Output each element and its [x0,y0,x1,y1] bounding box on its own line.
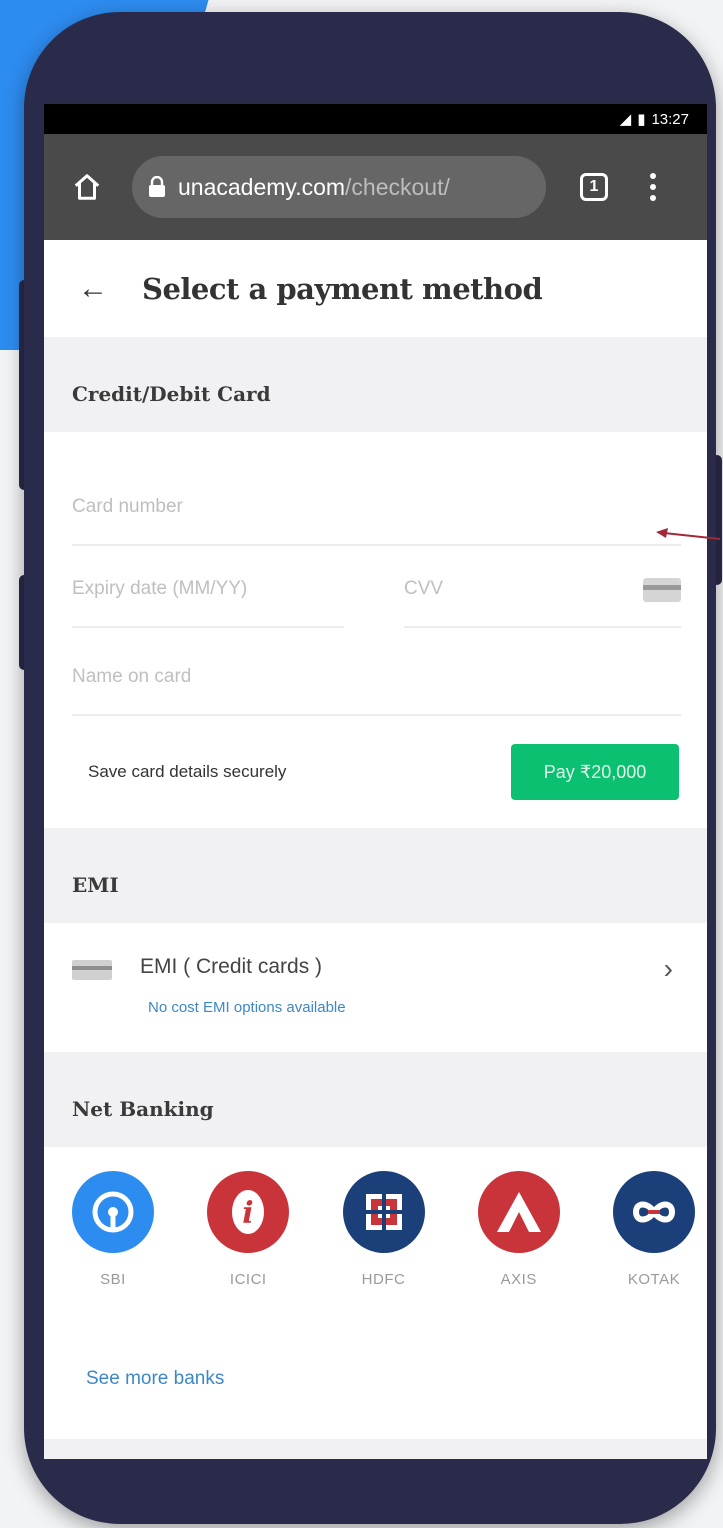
battery-icon: ▮ [637,111,646,128]
status-bar: ◢ ▮ 13:27 [44,104,707,134]
bank-name-hdfc: HDFC [361,1271,406,1288]
expiry-date-field[interactable]: Expiry date (MM/YY) [72,546,344,628]
bank-name-axis: AXIS [500,1271,537,1288]
name-placeholder: Name on card [72,666,192,687]
browser-toolbar: unacademy.com/checkout/ 1 [44,134,707,240]
bank-icici[interactable]: i ICICI [203,1147,293,1319]
emi-option-subtitle: No cost EMI options available [148,999,346,1016]
credit-card-icon [72,960,112,980]
card-icon [643,578,681,602]
url-text: unacademy.com/checkout/ [178,174,450,201]
save-card-label[interactable]: Save card details securely [72,762,286,782]
url-domain: unacademy.com [178,173,346,200]
pay-button[interactable]: Pay ₹20,000 [511,744,679,800]
phone-screen: ◢ ▮ 13:27 unacademy.com/checkout/ 1 ← Se… [44,104,707,1459]
net-banking-section-heading: Net Banking [44,1052,707,1147]
save-card-row: Save card details securely Pay ₹20,000 [72,716,681,828]
cvv-field[interactable]: CVV [404,546,681,628]
see-more-banks-link[interactable]: See more banks [86,1368,224,1390]
more-menu-icon[interactable] [650,173,656,201]
cvv-placeholder: CVV [404,578,444,599]
signal-icon: ◢ [619,111,632,128]
expiry-placeholder: Expiry date (MM/YY) [72,578,248,599]
emi-section-heading: EMI [44,828,707,923]
bottom-spacer [44,1439,707,1459]
card-number-placeholder: Card number [72,496,183,517]
bank-name-icici: ICICI [229,1271,267,1288]
bank-axis[interactable]: AXIS [474,1147,564,1319]
page-title: Select a payment method [142,271,543,306]
emi-credit-cards-option[interactable]: EMI ( Credit cards ) No cost EMI options… [44,923,707,1052]
tabs-icon[interactable]: 1 [580,173,608,201]
bank-name-sbi: SBI [100,1271,126,1288]
svg-text:i: i [243,1196,254,1231]
home-icon[interactable] [70,170,104,204]
expiry-cvv-row: Expiry date (MM/YY) CVV [72,546,681,628]
emi-option-title: EMI ( Credit cards ) [140,955,323,978]
chevron-right-icon: › [663,953,673,984]
bank-sbi[interactable]: SBI [68,1147,158,1319]
card-number-field[interactable]: Card number [72,432,681,546]
url-path: /checkout/ [345,173,450,200]
back-arrow-icon[interactable]: ← [78,273,108,304]
hdfc-logo-icon [342,1171,425,1253]
bank-list: SBI i ICICI HDFC AXIS KOTAK [44,1147,707,1319]
page-header: ← Select a payment method [44,240,707,337]
icici-logo-icon: i [207,1171,290,1253]
kotak-logo-icon [613,1171,695,1253]
annotation-arrow-icon [656,528,721,540]
see-more-banks: See more banks [44,1319,707,1439]
status-time: 13:27 [651,110,689,128]
card-form: Card number Expiry date (MM/YY) CVV Name… [44,432,707,828]
axis-logo-icon [477,1171,560,1253]
bank-kotak[interactable]: KOTAK [609,1147,699,1319]
lock-icon [148,175,166,198]
bank-hdfc[interactable]: HDFC [339,1147,429,1319]
address-bar[interactable]: unacademy.com/checkout/ [132,156,546,218]
sbi-logo-icon [72,1171,154,1253]
credit-card-section-heading: Credit/Debit Card [44,337,707,432]
name-on-card-field[interactable]: Name on card [72,628,681,716]
bank-name-kotak: KOTAK [627,1271,681,1288]
